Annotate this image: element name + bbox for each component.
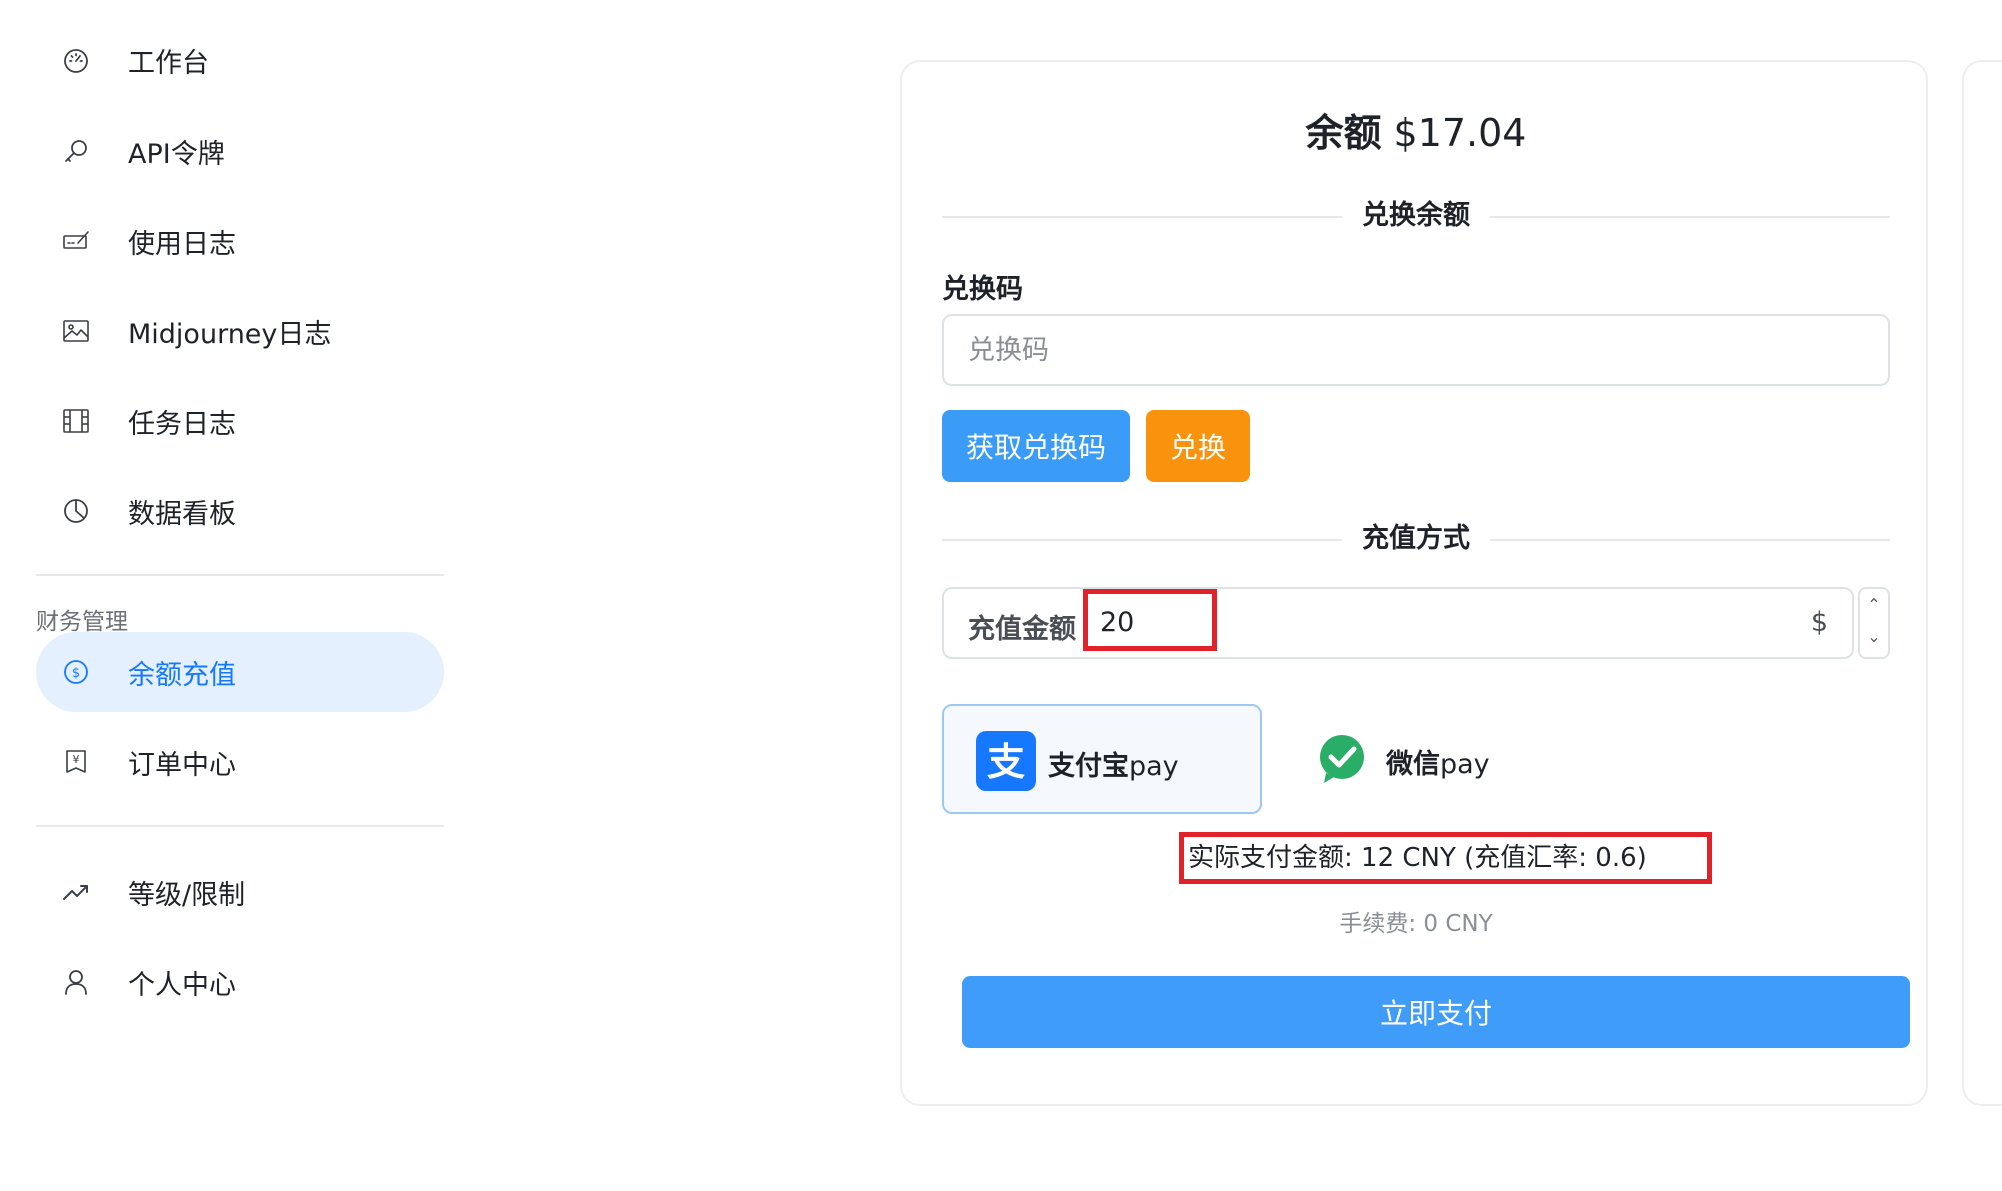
sidebar-item-data-board[interactable]: 数据看板 — [36, 471, 444, 551]
redeem-button[interactable]: 兑换 — [1146, 410, 1250, 482]
alipay-option[interactable]: 支 支付宝pay — [942, 704, 1262, 814]
sidebar-item-label: 余额充值 — [128, 659, 236, 691]
topup-section-title: 充值方式 — [1362, 523, 1470, 554]
svg-text:$: $ — [72, 666, 80, 681]
redeem-code-input[interactable] — [942, 314, 1890, 386]
sidebar-item-profile[interactable]: 个人中心 — [36, 942, 444, 1022]
sidebar-item-midjourney-log[interactable]: Midjourney日志 — [36, 291, 444, 371]
chevron-down-icon[interactable]: ⌄ — [1860, 627, 1888, 646]
sidebar-item-label: 数据看板 — [128, 498, 236, 530]
log-icon — [62, 227, 90, 255]
sidebar-group-title: 财务管理 — [36, 609, 128, 635]
user-icon — [62, 968, 90, 996]
topup-amount-field[interactable]: 充值金额 20 $ — [942, 587, 1854, 659]
sidebar-divider — [36, 574, 444, 576]
sidebar-divider — [36, 825, 444, 827]
image-icon — [62, 317, 90, 345]
topup-amount-label: 充值金额 — [968, 614, 1076, 645]
svg-text:¥: ¥ — [73, 753, 80, 766]
chevron-up-icon[interactable]: ⌃ — [1860, 595, 1888, 614]
sidebar-item-task-log[interactable]: 任务日志 — [36, 381, 444, 461]
wechat-pay-option[interactable]: 微信pay — [1262, 704, 1582, 814]
sidebar-item-usage-log[interactable]: 使用日志 — [36, 201, 444, 281]
trending-up-icon — [62, 878, 90, 906]
sidebar: 工作台 API令牌 使用日志 Midjourney日志 任务日志 数据看板 财务… — [0, 0, 460, 1191]
redeem-section-divider: 兑换余额 — [942, 199, 1890, 233]
wechat-pay-label: 微信pay — [1386, 749, 1490, 780]
dashboard-icon — [62, 46, 90, 74]
sidebar-item-label: 工作台 — [128, 47, 209, 79]
redeem-code-label: 兑换码 — [942, 274, 1023, 305]
sidebar-item-dashboard[interactable]: 工作台 — [36, 20, 444, 100]
wechat-pay-icon — [1312, 729, 1372, 789]
sidebar-item-label: 等级/限制 — [128, 879, 246, 911]
svg-text:支: 支 — [987, 740, 1025, 784]
balance-value: $17.04 — [1393, 111, 1527, 155]
currency-unit: $ — [1810, 607, 1828, 638]
sidebar-item-label: 使用日志 — [128, 228, 236, 260]
redeem-section-title: 兑换余额 — [1362, 200, 1470, 231]
balance-label: 余额 — [1305, 111, 1382, 155]
secondary-card — [1962, 60, 2002, 1106]
fee-text: 手续费: 0 CNY — [1339, 911, 1493, 937]
alipay-label: 支付宝pay — [1048, 751, 1179, 782]
sidebar-item-label: 任务日志 — [128, 408, 236, 440]
pay-now-button[interactable]: 立即支付 — [962, 976, 1910, 1048]
topup-card: 余额$17.04 兑换余额 兑换码 获取兑换码 兑换 充值方式 充值金额 20 … — [900, 60, 1928, 1106]
sidebar-item-api-tokens[interactable]: API令牌 — [36, 111, 444, 191]
actual-payment-amount: 实际支付金额: 12 CNY (充值汇率: 0.6) — [1179, 832, 1712, 884]
sidebar-item-label: API令牌 — [128, 138, 225, 170]
sidebar-item-label: 个人中心 — [128, 969, 236, 1001]
order-icon: ¥ — [62, 748, 90, 776]
get-redeem-code-button[interactable]: 获取兑换码 — [942, 410, 1130, 482]
balance-display: 余额 $17.04 — [902, 102, 1930, 157]
sidebar-item-label: 订单中心 — [128, 749, 236, 781]
alipay-icon: 支 — [976, 731, 1036, 791]
amount-highlight-box — [1083, 589, 1217, 651]
sidebar-item-balance-topup[interactable]: $ 余额充值 — [36, 632, 444, 712]
key-icon — [62, 137, 90, 165]
sidebar-item-level-limit[interactable]: 等级/限制 — [36, 852, 444, 932]
pie-chart-icon — [62, 497, 90, 525]
sidebar-item-label: Midjourney日志 — [128, 318, 332, 350]
film-icon — [62, 407, 90, 435]
sidebar-item-order-center[interactable]: ¥ 订单中心 — [36, 722, 444, 802]
topup-section-divider: 充值方式 — [942, 522, 1890, 556]
dollar-circle-icon: $ — [62, 658, 90, 686]
amount-stepper[interactable]: ⌃ ⌄ — [1858, 587, 1890, 659]
